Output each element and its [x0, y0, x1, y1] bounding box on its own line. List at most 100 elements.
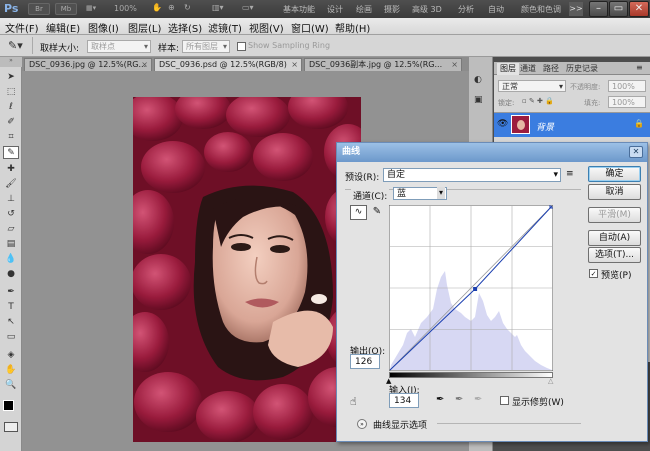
menu-help[interactable]: 帮助(H) [335, 20, 370, 35]
path-select-tool-icon[interactable]: ↖ [3, 316, 19, 329]
sample-select[interactable]: 所有图层 ▾ [182, 40, 230, 53]
fill-field[interactable]: 100% [608, 96, 646, 108]
healing-brush-tool-icon[interactable]: ✚ [3, 163, 19, 176]
lasso-tool-icon[interactable]: ℓ [3, 101, 19, 114]
black-eyedropper-icon[interactable]: ✒ [436, 394, 444, 405]
smooth-button[interactable]: 平滑(M) [588, 207, 641, 223]
tab-doc-jpg[interactable]: DSC_0936.jpg @ 12.5%(RG... × [24, 58, 152, 71]
opacity-field[interactable]: 100% [608, 80, 646, 92]
workspace-analysis[interactable]: 分析 [458, 4, 474, 15]
bridge-button[interactable]: Br [28, 3, 50, 15]
restore-button[interactable]: ▭ [609, 1, 628, 17]
type-tool-icon[interactable]: T [3, 301, 19, 314]
close-icon[interactable]: × [141, 59, 148, 71]
workspace-design[interactable]: 设计 [327, 4, 343, 15]
hand-icon[interactable]: ✋ [152, 3, 162, 12]
hand-tool-icon[interactable]: ✋ [3, 364, 19, 377]
options-button[interactable]: 选项(T)... [588, 247, 641, 263]
workspace-auto[interactable]: 自动 [488, 4, 504, 15]
quick-mask-icon[interactable] [4, 422, 18, 432]
marquee-tool-icon[interactable]: ⬚ [3, 86, 19, 99]
menu-view[interactable]: 视图(V) [249, 20, 284, 35]
layer-name[interactable]: 背景 [536, 120, 554, 133]
cancel-button[interactable]: 取消 [588, 184, 641, 200]
output-field[interactable]: 126 [350, 354, 380, 369]
target-adjust-icon[interactable]: ☝ [350, 395, 357, 408]
ok-button[interactable]: 确定 [588, 166, 641, 182]
zoom-level[interactable]: 100% [114, 4, 137, 13]
tab-layers[interactable]: 图层 [497, 63, 519, 75]
close-icon[interactable]: × [291, 59, 298, 71]
tab-doc-psd[interactable]: DSC_0936.psd @ 12.5%(RGB/8) × [154, 58, 302, 71]
eyedropper-preset-icon[interactable]: ✎▾ [8, 39, 23, 52]
document-image[interactable] [133, 97, 361, 442]
pencil-draw-icon[interactable]: ✎ [370, 205, 384, 220]
workspace-essentials[interactable]: 基本功能 [283, 4, 315, 15]
gray-eyedropper-icon[interactable]: ✒ [455, 394, 463, 405]
workspace-photo[interactable]: 摄影 [384, 4, 400, 15]
eyedropper-tool-icon[interactable]: ✎ [3, 146, 19, 159]
curves-graph[interactable] [389, 205, 553, 371]
crop-tool-icon[interactable]: ⌗ [3, 131, 19, 144]
tab-history[interactable]: 历史记录 [566, 63, 598, 75]
channel-select[interactable]: 蓝 ▾ [393, 187, 447, 200]
sample-size-select[interactable]: 取样点 ▾ [87, 40, 151, 53]
quick-select-tool-icon[interactable]: ✐ [3, 116, 19, 129]
workspace-painting[interactable]: 绘画 [356, 4, 372, 15]
pen-tool-icon[interactable]: ✒ [3, 286, 19, 299]
move-tool-icon[interactable]: ➤ [3, 71, 19, 84]
menu-edit[interactable]: 编辑(E) [46, 20, 80, 35]
screen-mode-icon[interactable]: ▭▾ [242, 3, 254, 12]
workspace-color[interactable]: 颜色和色调 [521, 4, 561, 15]
close-icon[interactable]: × [451, 59, 458, 71]
auto-button[interactable]: 自动(A) [588, 230, 641, 246]
eraser-tool-icon[interactable]: ▱ [3, 223, 19, 236]
menu-filter[interactable]: 滤镜(T) [208, 20, 242, 35]
navigator-icon[interactable]: ◐ [474, 75, 487, 87]
dodge-tool-icon[interactable]: ● [3, 268, 19, 281]
visibility-eye-icon[interactable]: 👁 [497, 119, 508, 129]
blur-tool-icon[interactable]: 💧 [3, 253, 19, 266]
3d-rotate-tool-icon[interactable]: ◈ [3, 349, 19, 362]
white-point-slider-icon[interactable]: △ [548, 377, 553, 385]
view-extras-icon[interactable]: ▦▾ [86, 4, 96, 12]
arrange-docs-icon[interactable]: ▥▾ [212, 3, 224, 12]
gradient-tool-icon[interactable]: ▤ [3, 238, 19, 251]
close-icon[interactable]: ✕ [629, 146, 643, 158]
close-window-button[interactable]: ✕ [629, 1, 649, 17]
zoom-icon[interactable]: ⊕ [168, 3, 175, 12]
preview-checkbox[interactable]: ✓ [589, 269, 598, 278]
foreground-color-swatch[interactable] [3, 400, 14, 411]
show-clipping-checkbox[interactable] [500, 396, 509, 405]
menu-file[interactable]: 文件(F) [5, 20, 39, 35]
show-ring-checkbox[interactable] [237, 42, 246, 51]
workspace-3d[interactable]: 高级 3D [412, 4, 442, 15]
blend-mode-select[interactable]: 正常 ▾ [498, 80, 566, 92]
preset-select[interactable]: 自定 ▾ [383, 168, 561, 182]
panel-menu-icon[interactable]: ≡ [636, 63, 643, 72]
expand-chevron-icon[interactable]: » [357, 419, 367, 429]
workspace-overflow-button[interactable]: >> [569, 2, 583, 16]
minibridge-button[interactable]: Mb [55, 3, 77, 15]
menu-select[interactable]: 选择(S) [168, 20, 202, 35]
preset-options-icon[interactable]: ≡ [566, 169, 574, 179]
menu-window[interactable]: 窗口(W) [291, 20, 329, 35]
curve-control-point[interactable] [473, 287, 478, 291]
histogram-icon[interactable]: ▣ [474, 95, 487, 107]
input-field[interactable]: 134 [389, 393, 419, 408]
tab-paths[interactable]: 路径 [543, 63, 559, 75]
shape-tool-icon[interactable]: ▭ [3, 331, 19, 344]
brush-tool-icon[interactable]: 🖌 [3, 178, 19, 191]
curve-edit-points-icon[interactable]: ∿ [350, 205, 367, 220]
collapse-icon[interactable]: » [0, 57, 22, 67]
clone-stamp-tool-icon[interactable]: ⊥ [3, 193, 19, 206]
lock-icons[interactable]: ▫ ✎ ✚ 🔒 [522, 97, 554, 105]
white-eyedropper-icon[interactable]: ✒ [474, 394, 482, 405]
rotate-view-icon[interactable]: ↻ [184, 3, 191, 12]
zoom-tool-icon[interactable]: 🔍 [3, 379, 19, 392]
tab-doc-copy[interactable]: DSC_0936副本.jpg @ 12.5%(RG... × [304, 58, 462, 71]
menu-layer[interactable]: 图层(L) [128, 20, 161, 35]
tab-channels[interactable]: 通道 [520, 63, 536, 75]
history-brush-tool-icon[interactable]: ↺ [3, 208, 19, 221]
display-options-label[interactable]: 曲线显示选项 [373, 418, 427, 431]
